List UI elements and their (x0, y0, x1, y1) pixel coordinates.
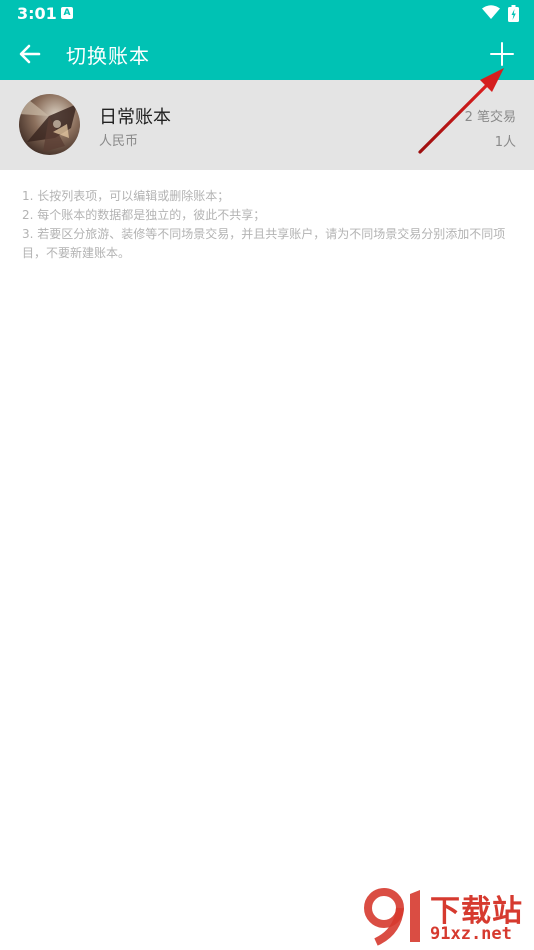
account-member-count: 1人 (494, 135, 516, 150)
app-bar: 切换账本 (0, 28, 534, 80)
tip-line: 3. 若要区分旅游、装修等不同场景交易，并且共享账户，请为不同场景交易分别添加不… (22, 227, 506, 260)
watermark-url: 91xz.net (430, 924, 512, 944)
status-time: 3:01 (17, 4, 57, 23)
tip-line: 1. 长按列表项，可以编辑或删除账本； (22, 189, 230, 203)
watermark-logo (364, 888, 420, 946)
arrow-left-icon (19, 44, 41, 64)
account-transaction-count: 2 笔交易 (464, 110, 516, 125)
plus-icon (490, 42, 514, 66)
avatar-image (19, 94, 80, 155)
page-title: 切换账本 (66, 44, 150, 68)
account-list-item[interactable]: 日常账本 人民币 2 笔交易 1人 (0, 80, 534, 170)
account-avatar (19, 94, 80, 155)
tip-line: 2. 每个账本的数据都是独立的，彼此不共享； (22, 208, 266, 222)
add-account-button[interactable] (484, 36, 520, 72)
watermark: 下载站 91xz.net (360, 886, 530, 946)
screen: 3:01 A 切换账本 日常账本 人民币 2 笔交易 1人 1. 长按列表项，可… (0, 0, 534, 950)
account-name: 日常账本 (99, 107, 171, 128)
back-button[interactable] (12, 36, 48, 72)
status-bar: 3:01 A (0, 0, 534, 28)
battery-icon (508, 5, 519, 22)
wifi-icon (482, 5, 500, 19)
notification-a-icon: A (61, 7, 73, 19)
account-currency: 人民币 (99, 134, 139, 149)
tips-text: 1. 长按列表项，可以编辑或删除账本； 2. 每个账本的数据都是独立的，彼此不共… (22, 187, 522, 263)
